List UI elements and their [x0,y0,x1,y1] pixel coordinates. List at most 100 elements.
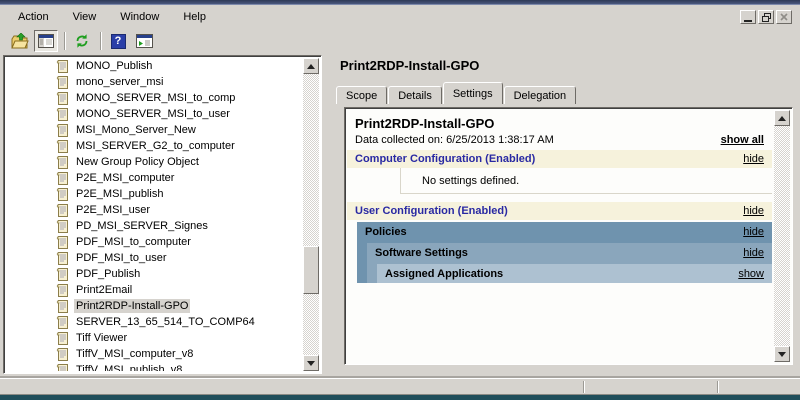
gpo-scroll-icon [56,332,69,345]
tree-item-gpo[interactable]: Tiff Viewer [6,330,303,346]
show-all-link[interactable]: show all [721,134,764,146]
gpo-tabs: Scope Details Settings Delegation [336,82,791,104]
new-window-icon [136,34,153,48]
menu-item[interactable]: Action [10,8,57,26]
show-console-tree-button[interactable] [34,30,58,52]
minimize-icon [744,20,752,22]
tree-item-gpo[interactable]: MONO_SERVER_MSI_to_comp [6,90,303,106]
gpo-tab-label: Settings [453,88,493,100]
restore-button[interactable] [758,10,774,24]
tree-item-gpo[interactable]: P2E_MSI_computer [6,170,303,186]
scroll-down-arrow[interactable] [774,346,790,362]
tree-item-gpo[interactable]: Print2Email [6,282,303,298]
refresh-button[interactable] [70,30,94,52]
console-workspace: MONO_Publish mono_server_msi [0,55,800,378]
gpo-tab[interactable]: Details [388,86,442,104]
export-list-button[interactable] [8,30,32,52]
settings-report-body: Print2RDP-Install-GPO Data collected on:… [347,110,772,362]
user-configuration-heading: User Configuration (Enabled) [355,205,743,217]
tree-vertical-scrollbar[interactable] [303,58,319,371]
gpo-detail-pane: Print2RDP-Install-GPO Scope Details Sett… [330,55,797,376]
tree-item-gpo[interactable]: PDF_MSI_to_computer [6,234,303,250]
policies-heading: Policies [365,226,743,238]
gpo-name-label: MONO_Publish [74,59,154,73]
data-collected-text: Data collected on: 6/25/2013 1:38:17 AM [355,134,721,146]
menu-item[interactable]: Window [112,8,167,26]
scrollbar-thumb[interactable] [303,246,319,294]
scroll-up-arrow[interactable] [774,110,790,126]
desktop-edge-strip [0,394,800,400]
gpo-name-label: PDF_MSI_to_computer [74,235,193,249]
computer-configuration-band: Computer Configuration (Enabled) hide [347,150,772,168]
assigned-applications-show-link[interactable]: show [738,268,764,280]
gpo-tab[interactable]: Scope [336,86,387,104]
tree-item-gpo[interactable]: Print2RDP-Install-GPO [6,298,303,314]
help-button[interactable]: ? [106,30,130,52]
gpo-name-label: New Group Policy Object [74,155,201,169]
tree-item-gpo[interactable]: SERVER_13_65_514_TO_COMP64 [6,314,303,330]
gpo-scroll-icon [56,316,69,329]
tree-item-gpo[interactable]: mono_server_msi [6,74,303,90]
tree-item-gpo[interactable]: TiffV_MSI_publish_v8 [6,362,303,371]
software-settings-band: Software Settings hide [367,243,772,262]
software-settings-section: Software Settings hide Assigned Applicat… [367,243,772,283]
toolbar-separator [64,32,66,50]
tree-item-gpo[interactable]: New Group Policy Object [6,154,303,170]
tree-item-gpo[interactable]: MSI_SERVER_G2_to_computer [6,138,303,154]
gpo-name-label: P2E_MSI_computer [74,171,176,185]
report-vertical-scrollbar[interactable] [774,110,790,362]
gpo-scroll-icon [56,220,69,233]
menu-item-label: Action [18,11,49,23]
close-button[interactable] [776,10,792,24]
menu-item[interactable]: View [65,8,105,26]
gpo-tab[interactable]: Settings [443,82,503,104]
menu-item-label: Window [120,11,159,23]
status-bar-divider [717,381,719,393]
gpo-name-label: PD_MSI_SERVER_Signes [74,219,210,233]
tree-item-gpo[interactable]: MONO_SERVER_MSI_to_user [6,106,303,122]
tree-item-gpo[interactable]: MONO_Publish [6,58,303,74]
gpo-scroll-icon [56,92,69,105]
menu-item-label: Help [183,11,206,23]
window-title-strip [0,0,800,5]
gpo-name-label: MONO_SERVER_MSI_to_user [74,107,232,121]
tree-item-gpo[interactable]: PDF_Publish [6,266,303,282]
computer-configuration-hide-link[interactable]: hide [743,153,764,165]
tree-item-gpo[interactable]: MSI_Mono_Server_New [6,122,303,138]
policies-hide-link[interactable]: hide [743,226,764,238]
gpo-scroll-icon [56,268,69,281]
status-bar [0,378,800,394]
gpo-name-label: Print2RDP-Install-GPO [74,299,190,313]
gpo-scroll-icon [56,156,69,169]
gpo-name-label: Print2Email [74,283,134,297]
minimize-button[interactable] [740,10,756,24]
gpo-scroll-icon [56,124,69,137]
user-configuration-band: User Configuration (Enabled) hide [347,202,772,220]
show-console-tree-icon [38,34,54,48]
gpo-tab[interactable]: Delegation [504,86,577,104]
gpo-name-label: mono_server_msi [74,75,165,89]
assigned-applications-section: Assigned Applications show [377,264,772,283]
gpo-name-label: MSI_SERVER_G2_to_computer [74,139,237,153]
scroll-up-arrow[interactable] [303,58,319,74]
scroll-down-arrow[interactable] [303,355,319,371]
tree-item-gpo[interactable]: PD_MSI_SERVER_Signes [6,218,303,234]
tree-item-gpo[interactable]: TiffV_MSI_computer_v8 [6,346,303,362]
tree-item-gpo[interactable]: PDF_MSI_to_user [6,250,303,266]
gpo-list: MONO_Publish mono_server_msi [6,58,303,371]
new-window-button[interactable] [132,30,156,52]
user-configuration-hide-link[interactable]: hide [743,205,764,217]
software-settings-hide-link[interactable]: hide [743,247,764,259]
menu-item[interactable]: Help [175,8,214,26]
gpo-scroll-icon [56,140,69,153]
export-list-icon [11,33,29,49]
tree-item-gpo[interactable]: P2E_MSI_user [6,202,303,218]
gpo-scroll-icon [56,108,69,121]
no-settings-text: No settings defined. [422,175,519,187]
gpo-name-label: P2E_MSI_publish [74,187,165,201]
gpo-name-label: MSI_Mono_Server_New [74,123,198,137]
computer-configuration-heading: Computer Configuration (Enabled) [355,153,743,165]
gpo-scroll-icon [56,364,69,372]
assigned-applications-heading: Assigned Applications [385,268,738,280]
tree-item-gpo[interactable]: P2E_MSI_publish [6,186,303,202]
